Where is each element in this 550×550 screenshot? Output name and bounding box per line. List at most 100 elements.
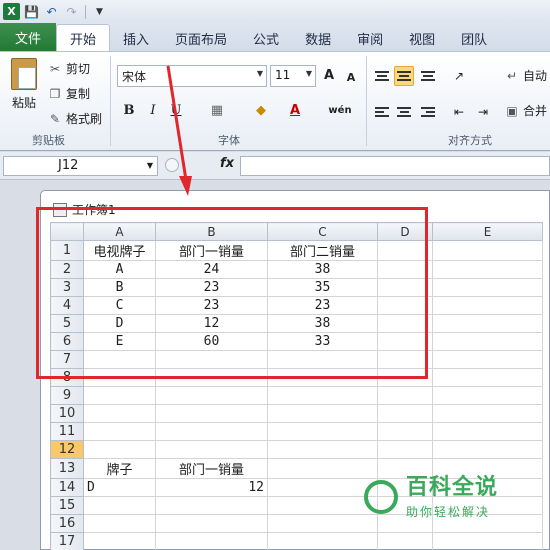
row-header[interactable]: 7 <box>50 350 84 369</box>
italic-button[interactable]: I <box>144 102 162 120</box>
cell-e[interactable] <box>432 386 543 405</box>
cell-c[interactable]: 35 <box>267 278 378 297</box>
column-header-e[interactable]: E <box>432 222 543 241</box>
cell-b[interactable]: 24 <box>155 260 268 279</box>
cell-b[interactable] <box>155 368 268 387</box>
cell-a[interactable]: D <box>83 478 156 497</box>
row-header[interactable]: 10 <box>50 404 84 423</box>
row-header[interactable]: 13 <box>50 458 84 479</box>
align-left-icon[interactable] <box>372 102 392 122</box>
redo-icon[interactable]: ↷ <box>63 3 80 20</box>
cell-c[interactable] <box>267 368 378 387</box>
row-header[interactable]: 3 <box>50 278 84 297</box>
cell-a[interactable] <box>83 350 156 369</box>
cell-a[interactable] <box>83 514 156 533</box>
cell-e[interactable] <box>432 278 543 297</box>
cell-c[interactable] <box>267 532 378 550</box>
tab-data[interactable]: 数据 <box>292 26 344 51</box>
row-header[interactable]: 14 <box>50 478 84 497</box>
row-header[interactable]: 2 <box>50 260 84 279</box>
cell-e[interactable] <box>432 240 543 261</box>
row-header[interactable]: 17 <box>50 532 84 550</box>
cell-c[interactable]: 部门二销量 <box>267 240 378 261</box>
insert-function-button[interactable]: fx <box>220 156 234 171</box>
cell-e[interactable] <box>432 368 543 387</box>
copy-button[interactable]: ❐ 复制 <box>48 85 90 102</box>
cell-c[interactable]: 38 <box>267 260 378 279</box>
cell-b[interactable] <box>155 532 268 550</box>
tab-team[interactable]: 团队 <box>448 26 500 51</box>
cell-b[interactable] <box>155 514 268 533</box>
cell-b[interactable]: 12 <box>155 314 268 333</box>
cell-a[interactable]: E <box>83 332 156 351</box>
grow-font-button[interactable]: A <box>320 67 338 85</box>
cell-a[interactable] <box>83 386 156 405</box>
cell-d[interactable] <box>377 422 433 441</box>
cell-c[interactable] <box>267 386 378 405</box>
cell-e[interactable] <box>432 404 543 423</box>
cell-c[interactable]: 33 <box>267 332 378 351</box>
cell-a[interactable]: B <box>83 278 156 297</box>
cell-d[interactable] <box>377 404 433 423</box>
cell-b[interactable]: 23 <box>155 278 268 297</box>
align-center-icon[interactable] <box>394 102 414 122</box>
indent-icon[interactable]: ⇤ <box>450 103 468 121</box>
tab-insert[interactable]: 插入 <box>110 26 162 51</box>
customize-toolbar-icon[interactable]: ▼ <box>91 3 108 20</box>
cell-b[interactable]: 60 <box>155 332 268 351</box>
column-header-d[interactable]: D <box>377 222 433 241</box>
font-color-button[interactable]: A <box>286 102 304 120</box>
cell-c[interactable] <box>267 404 378 423</box>
cell-a[interactable] <box>83 404 156 423</box>
fill-color-icon[interactable]: ◆ <box>252 102 270 120</box>
cell-d[interactable] <box>377 532 433 550</box>
cell-e[interactable] <box>432 350 543 369</box>
excel-app-icon[interactable]: X <box>3 3 20 20</box>
row-header[interactable]: 12 <box>50 440 84 459</box>
tab-view[interactable]: 视图 <box>396 26 448 51</box>
outdent-icon[interactable]: ⇥ <box>474 103 492 121</box>
row-header[interactable]: 15 <box>50 496 84 515</box>
cell-e[interactable] <box>432 422 543 441</box>
cell-a[interactable] <box>83 532 156 550</box>
cell-e[interactable] <box>432 440 543 459</box>
formula-expand-icon[interactable] <box>165 158 179 172</box>
cell-d[interactable] <box>377 386 433 405</box>
cell-a[interactable]: 牌子 <box>83 458 156 479</box>
cell-b[interactable] <box>155 422 268 441</box>
tab-file[interactable]: 文件 <box>0 23 56 51</box>
cell-e[interactable] <box>432 314 543 333</box>
undo-icon[interactable]: ↶ <box>43 3 60 20</box>
name-box[interactable]: J12 ▼ <box>3 156 158 176</box>
cell-e[interactable] <box>432 532 543 550</box>
cell-d[interactable] <box>377 314 433 333</box>
cell-a[interactable] <box>83 496 156 515</box>
align-top-icon[interactable] <box>372 66 392 86</box>
cell-b[interactable] <box>155 496 268 515</box>
row-header[interactable]: 11 <box>50 422 84 441</box>
cell-e[interactable] <box>432 260 543 279</box>
cell-b[interactable] <box>155 440 268 459</box>
formula-input[interactable] <box>240 156 550 176</box>
cell-b[interactable]: 12 <box>155 478 268 497</box>
cell-b[interactable] <box>155 350 268 369</box>
paste-button[interactable]: 粘贴 <box>6 58 42 111</box>
row-header[interactable]: 16 <box>50 514 84 533</box>
cell-b[interactable]: 23 <box>155 296 268 315</box>
phonetic-button[interactable]: wén <box>326 102 354 120</box>
column-header-b[interactable]: B <box>155 222 268 241</box>
tab-page-layout[interactable]: 页面布局 <box>162 26 240 51</box>
row-header[interactable]: 9 <box>50 386 84 405</box>
align-bottom-icon[interactable] <box>418 66 438 86</box>
cell-e[interactable] <box>432 296 543 315</box>
column-header-c[interactable]: C <box>267 222 378 241</box>
select-all-corner[interactable] <box>50 222 84 241</box>
cell-d[interactable] <box>377 368 433 387</box>
cell-b[interactable]: 部门一销量 <box>155 240 268 261</box>
format-painter-button[interactable]: ✎ 格式刷 <box>48 110 102 127</box>
cell-a[interactable]: A <box>83 260 156 279</box>
cell-a[interactable]: C <box>83 296 156 315</box>
orientation-icon[interactable]: ↗ <box>450 67 468 85</box>
wrap-text-button[interactable]: ↵ 自动 <box>505 67 547 84</box>
cell-d[interactable] <box>377 240 433 261</box>
